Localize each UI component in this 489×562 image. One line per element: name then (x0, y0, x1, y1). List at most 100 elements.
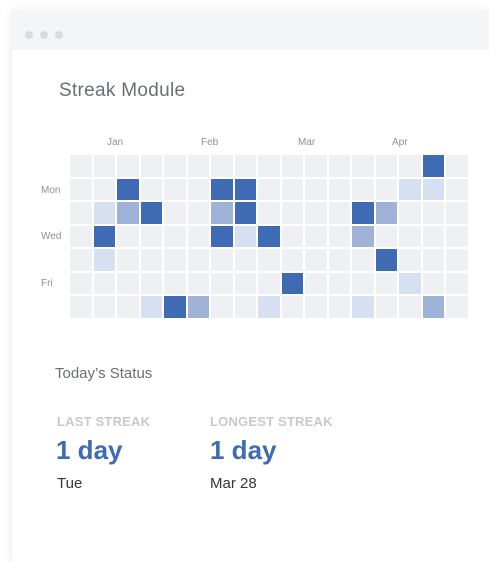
heatmap-cell[interactable] (375, 225, 397, 247)
heatmap-cell[interactable] (281, 155, 303, 177)
heatmap-cell[interactable] (93, 178, 115, 200)
heatmap-cell[interactable] (352, 296, 374, 318)
heatmap-cell[interactable] (93, 155, 115, 177)
heatmap-cell[interactable] (258, 249, 280, 271)
heatmap-cell[interactable] (164, 272, 186, 294)
heatmap-cell[interactable] (93, 202, 115, 224)
heatmap-cell[interactable] (305, 155, 327, 177)
heatmap-cell[interactable] (422, 178, 444, 200)
heatmap-cell[interactable] (305, 272, 327, 294)
heatmap-cell[interactable] (281, 225, 303, 247)
heatmap-cell[interactable] (399, 202, 421, 224)
heatmap-cell[interactable] (211, 202, 233, 224)
heatmap-cell[interactable] (93, 225, 115, 247)
heatmap-cell[interactable] (375, 272, 397, 294)
heatmap-cell[interactable] (234, 249, 256, 271)
heatmap-cell[interactable] (117, 296, 139, 318)
heatmap-cell[interactable] (399, 178, 421, 200)
heatmap-cell[interactable] (328, 178, 350, 200)
heatmap-cell[interactable] (422, 225, 444, 247)
window-control-dot[interactable] (40, 31, 48, 39)
heatmap-cell[interactable] (234, 155, 256, 177)
heatmap-cell[interactable] (140, 296, 162, 318)
heatmap-cell[interactable] (422, 202, 444, 224)
window-control-dot[interactable] (25, 31, 33, 39)
heatmap-cell[interactable] (70, 155, 92, 177)
heatmap-cell[interactable] (399, 225, 421, 247)
heatmap-cell[interactable] (281, 249, 303, 271)
heatmap-cell[interactable] (281, 178, 303, 200)
heatmap-cell[interactable] (211, 225, 233, 247)
heatmap-cell[interactable] (258, 225, 280, 247)
heatmap-cell[interactable] (234, 225, 256, 247)
heatmap-cell[interactable] (258, 272, 280, 294)
heatmap-cell[interactable] (234, 202, 256, 224)
heatmap-cell[interactable] (187, 296, 209, 318)
heatmap-cell[interactable] (281, 202, 303, 224)
heatmap-cell[interactable] (93, 296, 115, 318)
heatmap-cell[interactable] (140, 155, 162, 177)
heatmap-cell[interactable] (70, 272, 92, 294)
heatmap-cell[interactable] (140, 202, 162, 224)
heatmap-cell[interactable] (352, 202, 374, 224)
heatmap-cell[interactable] (375, 178, 397, 200)
heatmap-cell[interactable] (328, 272, 350, 294)
heatmap-cell[interactable] (328, 155, 350, 177)
heatmap-cell[interactable] (375, 249, 397, 271)
heatmap-cell[interactable] (422, 155, 444, 177)
heatmap-cell[interactable] (258, 202, 280, 224)
heatmap-cell[interactable] (164, 155, 186, 177)
heatmap-cell[interactable] (70, 296, 92, 318)
window-control-dot[interactable] (55, 31, 63, 39)
heatmap-cell[interactable] (234, 296, 256, 318)
heatmap-cell[interactable] (352, 249, 374, 271)
heatmap-cell[interactable] (187, 272, 209, 294)
heatmap-cell[interactable] (258, 178, 280, 200)
heatmap-cell[interactable] (422, 296, 444, 318)
heatmap-cell[interactable] (117, 272, 139, 294)
heatmap-cell[interactable] (140, 178, 162, 200)
heatmap-cell[interactable] (352, 272, 374, 294)
heatmap-cell[interactable] (164, 178, 186, 200)
heatmap-cell[interactable] (164, 249, 186, 271)
heatmap-cell[interactable] (305, 202, 327, 224)
heatmap-cell[interactable] (140, 249, 162, 271)
heatmap-cell[interactable] (140, 272, 162, 294)
heatmap-cell[interactable] (446, 296, 468, 318)
heatmap-cell[interactable] (234, 178, 256, 200)
heatmap-cell[interactable] (375, 155, 397, 177)
heatmap-cell[interactable] (164, 202, 186, 224)
heatmap-cell[interactable] (446, 225, 468, 247)
heatmap-cell[interactable] (399, 272, 421, 294)
heatmap-cell[interactable] (305, 178, 327, 200)
heatmap-cell[interactable] (164, 225, 186, 247)
heatmap-cell[interactable] (446, 155, 468, 177)
heatmap-cell[interactable] (117, 249, 139, 271)
heatmap-cell[interactable] (328, 202, 350, 224)
heatmap-cell[interactable] (422, 249, 444, 271)
heatmap-cell[interactable] (187, 202, 209, 224)
heatmap-cell[interactable] (281, 272, 303, 294)
heatmap-cell[interactable] (117, 178, 139, 200)
heatmap-cell[interactable] (352, 155, 374, 177)
heatmap-cell[interactable] (211, 178, 233, 200)
heatmap-cell[interactable] (234, 272, 256, 294)
heatmap-cell[interactable] (305, 249, 327, 271)
heatmap-cell[interactable] (352, 178, 374, 200)
heatmap-cell[interactable] (211, 272, 233, 294)
heatmap-cell[interactable] (328, 249, 350, 271)
heatmap-cell[interactable] (117, 155, 139, 177)
heatmap-cell[interactable] (187, 249, 209, 271)
heatmap-cell[interactable] (93, 249, 115, 271)
heatmap-cell[interactable] (328, 225, 350, 247)
heatmap-cell[interactable] (187, 225, 209, 247)
heatmap-cell[interactable] (140, 225, 162, 247)
heatmap-cell[interactable] (375, 202, 397, 224)
heatmap-cell[interactable] (211, 249, 233, 271)
heatmap-cell[interactable] (187, 155, 209, 177)
heatmap-cell[interactable] (211, 296, 233, 318)
heatmap-cell[interactable] (117, 225, 139, 247)
heatmap-cell[interactable] (422, 272, 444, 294)
heatmap-cell[interactable] (70, 249, 92, 271)
heatmap-cell[interactable] (258, 155, 280, 177)
